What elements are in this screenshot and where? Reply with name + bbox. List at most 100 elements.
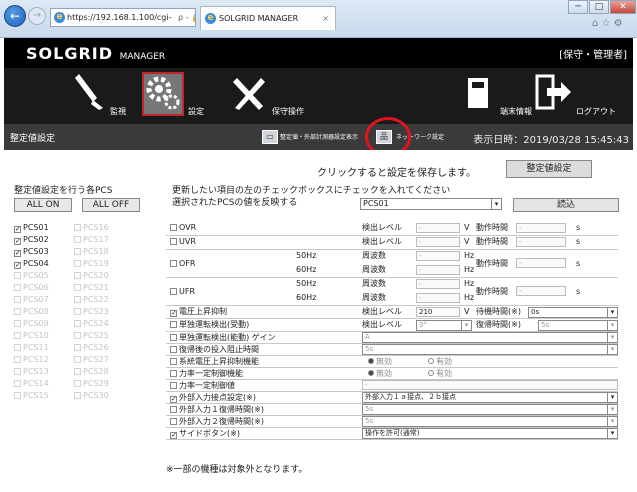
pf-function-enabled-radio[interactable]: [428, 370, 434, 376]
checkbox[interactable]: [14, 272, 21, 279]
pcs-checkbox-item[interactable]: PCS19: [74, 258, 109, 269]
ext-contact-checkbox[interactable]: ✓: [170, 396, 177, 403]
island-active-checkbox[interactable]: [170, 334, 177, 341]
checkbox[interactable]: [14, 284, 21, 291]
checkbox[interactable]: [14, 344, 21, 351]
pcs-checkbox-item[interactable]: PCS27: [74, 354, 109, 365]
pcs-checkbox-item[interactable]: PCS18: [74, 246, 109, 257]
back-button[interactable]: ←: [4, 5, 26, 27]
ofr-60hz-field[interactable]: -: [416, 265, 460, 275]
checkbox[interactable]: [74, 272, 81, 279]
ext1-select[interactable]: 5s ▾: [362, 404, 618, 415]
checkbox[interactable]: [74, 308, 81, 315]
checkbox[interactable]: [74, 224, 81, 231]
checkbox[interactable]: [74, 368, 81, 375]
checkbox[interactable]: [74, 356, 81, 363]
voltage-rise-time-select[interactable]: 0s ▾: [528, 307, 618, 318]
checkbox[interactable]: [74, 344, 81, 351]
ovr-checkbox[interactable]: [170, 224, 177, 231]
ext1-checkbox[interactable]: [170, 406, 177, 413]
save-settings-button[interactable]: 整定値設定: [506, 160, 592, 178]
voltage-rise-checkbox[interactable]: ✓: [170, 310, 177, 317]
checkbox[interactable]: [74, 248, 81, 255]
ofr-checkbox[interactable]: [170, 260, 177, 267]
checkbox[interactable]: [74, 284, 81, 291]
tab-close-icon[interactable]: ×: [322, 7, 329, 31]
display-settings-link[interactable]: 整定値・外部計測器設定表示: [280, 132, 358, 141]
pcs-checkbox-item[interactable]: PCS24: [74, 318, 109, 329]
checkbox[interactable]: [14, 308, 21, 315]
pcs-checkbox-item[interactable]: PCS30: [74, 390, 109, 401]
close-window-button[interactable]: ✕: [610, 0, 636, 14]
sys-voltage-rise-enabled-radio[interactable]: [428, 358, 434, 364]
checkbox[interactable]: [74, 260, 81, 267]
pcs-checkbox-item[interactable]: PCS08: [14, 306, 49, 317]
pcs-checkbox-item[interactable]: PCS16: [74, 222, 109, 233]
checkbox[interactable]: [74, 392, 81, 399]
pcs-checkbox-item[interactable]: ✓ PCS02: [14, 234, 49, 245]
pcs-checkbox-item[interactable]: PCS13: [14, 366, 49, 377]
uvr-level-field[interactable]: -: [416, 237, 460, 247]
pcs-checkbox-item[interactable]: PCS28: [74, 366, 109, 377]
pcs-checkbox-item[interactable]: PCS12: [14, 354, 49, 365]
reflect-pcs-select[interactable]: PCS01 ▾: [360, 198, 502, 210]
ext2-select[interactable]: 5s ▾: [362, 416, 618, 427]
all-on-button[interactable]: ALL ON: [14, 198, 72, 212]
ufr-60hz-field[interactable]: -: [416, 293, 460, 303]
side-button-select[interactable]: 操作を許可(通常) ▾: [362, 428, 618, 439]
checkbox[interactable]: [14, 356, 21, 363]
ufr-checkbox[interactable]: [170, 288, 177, 295]
voltage-rise-level-field[interactable]: 210: [416, 307, 460, 317]
maximize-button[interactable]: □: [589, 0, 609, 14]
pcs-checkbox-item[interactable]: PCS20: [74, 270, 109, 281]
checkbox[interactable]: [74, 380, 81, 387]
ovr-level-field[interactable]: -: [416, 223, 460, 233]
checkbox[interactable]: [74, 320, 81, 327]
checkbox[interactable]: [14, 296, 21, 303]
pcs-checkbox-item[interactable]: ✓ PCS03: [14, 246, 49, 257]
checkbox[interactable]: [14, 332, 21, 339]
pcs-checkbox-item[interactable]: PCS06: [14, 282, 49, 293]
ext-contact-select[interactable]: 外部入力１ａ接点、２ｂ接点 ▾: [362, 392, 618, 403]
browser-tab[interactable]: e SOLGRID MANAGER ×: [200, 6, 336, 30]
pcs-checkbox-item[interactable]: PCS26: [74, 342, 109, 353]
address-bar[interactable]: e https://192.168.1.100/cgi- ρ - 🔒 C: [50, 8, 196, 27]
checkbox[interactable]: [74, 236, 81, 243]
pcs-checkbox-item[interactable]: PCS09: [14, 318, 49, 329]
pf-function-checkbox[interactable]: [170, 370, 177, 377]
pcs-checkbox-item[interactable]: PCS25: [74, 330, 109, 341]
ufr-time-field[interactable]: -: [516, 286, 566, 296]
reconnect-checkbox[interactable]: [170, 346, 177, 353]
pcs-checkbox-item[interactable]: PCS05: [14, 270, 49, 281]
ovr-time-field[interactable]: -: [516, 223, 566, 233]
uvr-time-field[interactable]: -: [516, 237, 566, 247]
pcs-checkbox-item[interactable]: PCS23: [74, 306, 109, 317]
checkbox[interactable]: [74, 332, 81, 339]
sys-voltage-rise-checkbox[interactable]: [170, 358, 177, 365]
checkbox[interactable]: [14, 320, 21, 327]
sys-voltage-rise-disabled-radio[interactable]: [368, 358, 374, 364]
home-star-gear-icons[interactable]: ⌂ ☆ ⚙: [592, 18, 623, 29]
side-button-checkbox[interactable]: ✓: [170, 432, 177, 439]
checkbox[interactable]: [14, 380, 21, 387]
pcs-checkbox-item[interactable]: PCS11: [14, 342, 49, 353]
checkbox[interactable]: ✓: [14, 238, 21, 245]
forward-button[interactable]: →: [28, 7, 46, 25]
pf-function-disabled-radio[interactable]: [368, 370, 374, 376]
pcs-checkbox-item[interactable]: ✓ PCS01: [14, 222, 49, 233]
checkbox[interactable]: ✓: [14, 262, 21, 269]
pcs-checkbox-item[interactable]: PCS15: [14, 390, 49, 401]
pcs-checkbox-item[interactable]: PCS29: [74, 378, 109, 389]
island-active-select[interactable]: A ▾: [362, 332, 618, 343]
pcs-checkbox-item[interactable]: ✓ PCS04: [14, 258, 49, 269]
reconnect-select[interactable]: 5s ▾: [362, 344, 618, 355]
island-passive-level-select[interactable]: 3° ▾: [416, 320, 472, 331]
pf-value-checkbox[interactable]: [170, 382, 177, 389]
load-button[interactable]: 読込: [513, 198, 619, 212]
pcs-checkbox-item[interactable]: PCS17: [74, 234, 109, 245]
pcs-checkbox-item[interactable]: PCS10: [14, 330, 49, 341]
checkbox[interactable]: ✓: [14, 226, 21, 233]
checkbox[interactable]: ✓: [14, 250, 21, 257]
pf-value-field[interactable]: -: [362, 380, 618, 390]
island-passive-checkbox[interactable]: [170, 321, 177, 328]
